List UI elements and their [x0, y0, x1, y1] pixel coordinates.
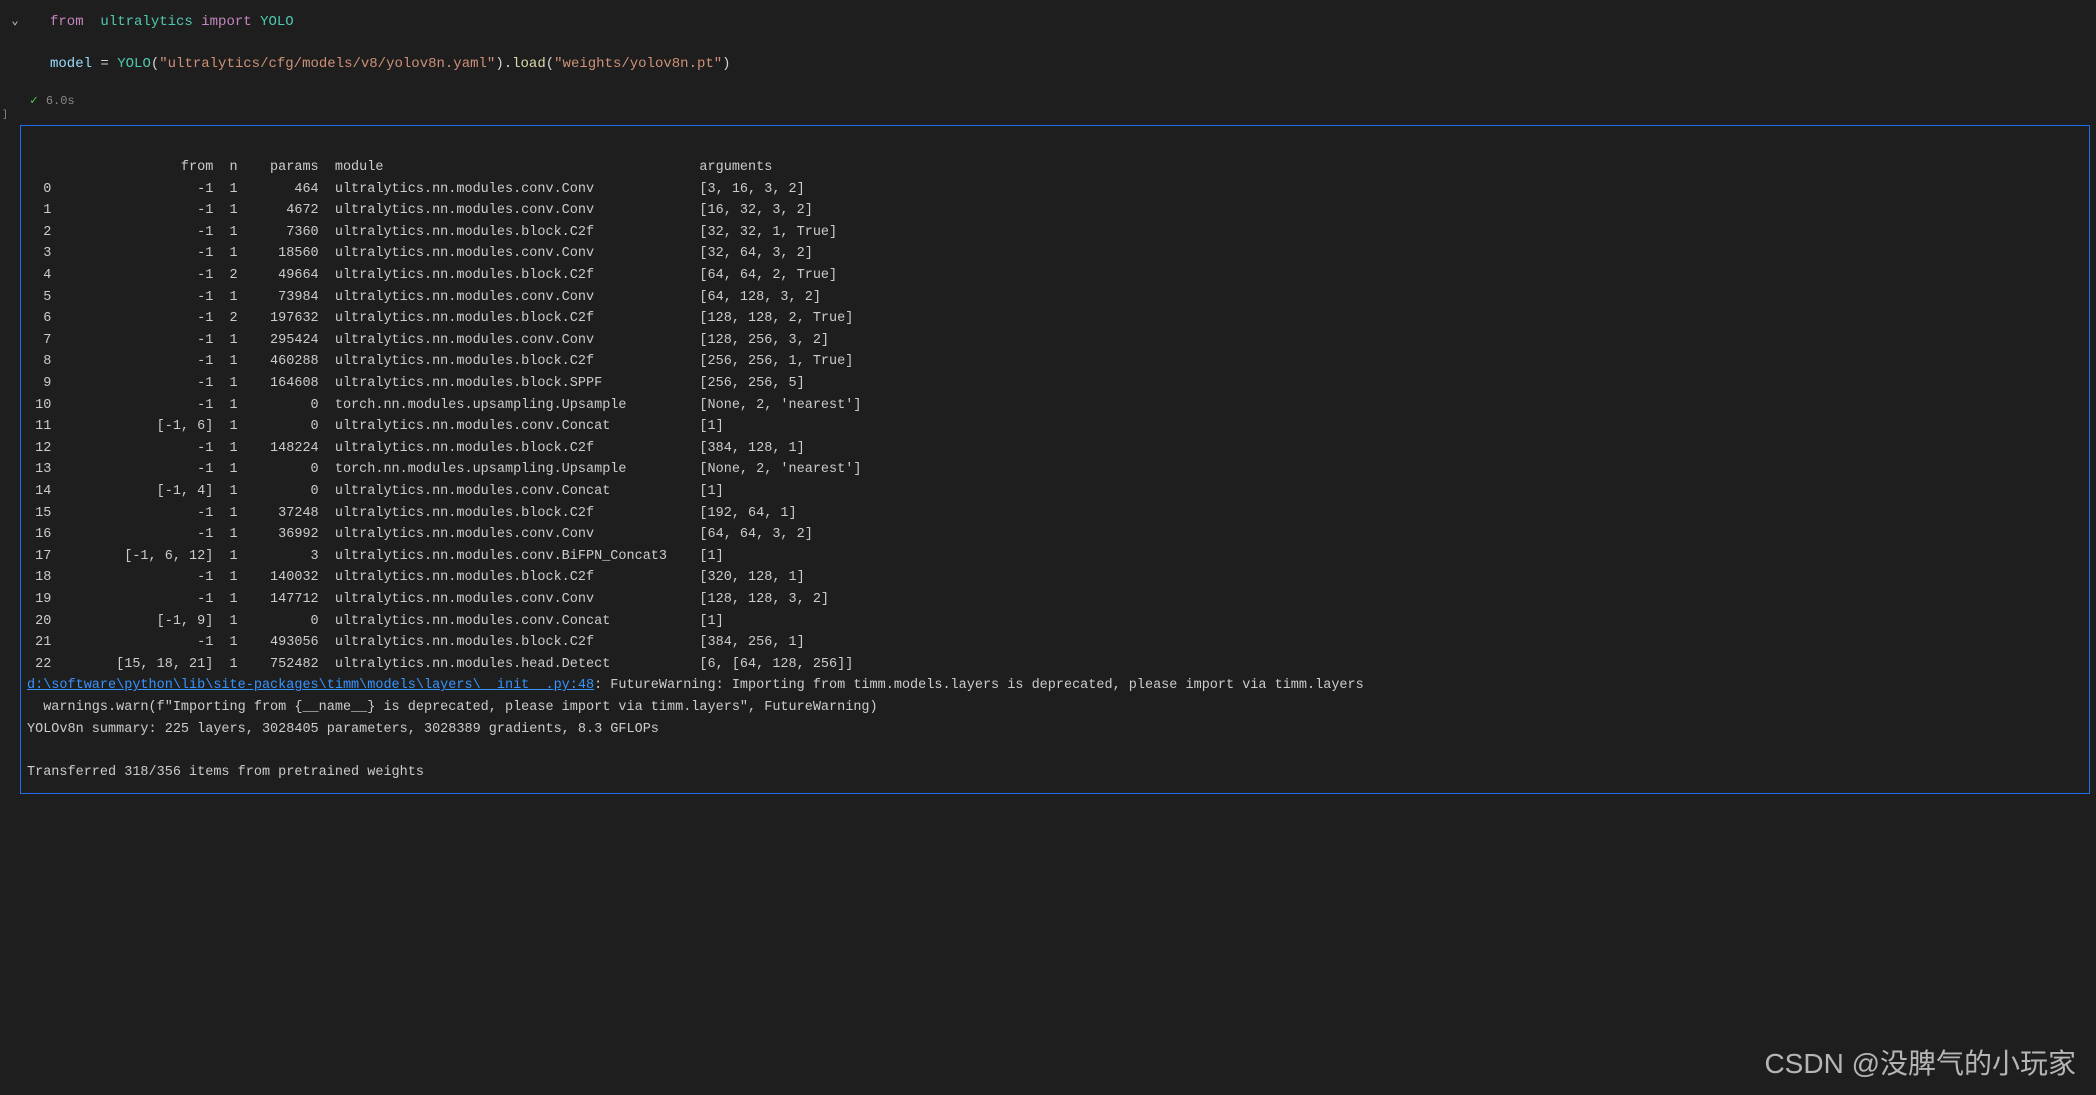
check-icon: ✓: [30, 91, 38, 111]
table-header: from n params module arguments: [27, 160, 772, 175]
warning-line-2: warnings.warn(f"Importing from {__name__…: [27, 700, 878, 715]
table-row: 0 -1 1 464 ultralytics.nn.modules.conv.C…: [27, 182, 805, 197]
table-row: 16 -1 1 36992 ultralytics.nn.modules.con…: [27, 527, 813, 542]
output-cell[interactable]: from n params module arguments 0 -1 1 46…: [20, 125, 2090, 795]
chevron-down-icon[interactable]: ⌄: [11, 12, 18, 30]
execution-time: 6.0s: [46, 92, 75, 110]
table-row: 7 -1 1 295424 ultralytics.nn.modules.con…: [27, 333, 829, 348]
method-load: load: [512, 56, 546, 72]
code-line-1: from ultralytics import YOLO: [50, 12, 2076, 33]
module-name: ultralytics: [100, 14, 192, 30]
execution-status: ✓ 6.0s: [0, 87, 2096, 115]
code-cell[interactable]: ⌄ from ultralytics import YOLO model = Y…: [0, 0, 2096, 87]
code-blank-line: [50, 33, 2076, 54]
class-call: YOLO: [117, 56, 151, 72]
keyword-from: from: [50, 14, 84, 30]
table-row: 22 [15, 18, 21] 1 752482 ultralytics.nn.…: [27, 657, 853, 672]
watermark: CSDN @没脾气的小玩家: [1764, 1043, 2076, 1085]
table-row: 14 [-1, 4] 1 0 ultralytics.nn.modules.co…: [27, 484, 724, 499]
table-row: 15 -1 1 37248 ultralytics.nn.modules.blo…: [27, 506, 797, 521]
code-line-2: model = YOLO("ultralytics/cfg/models/v8/…: [50, 54, 2076, 75]
keyword-import: import: [201, 14, 251, 30]
warning-message: : FutureWarning: Importing from timm.mod…: [594, 678, 1364, 693]
table-row: 2 -1 1 7360 ultralytics.nn.modules.block…: [27, 225, 837, 240]
code-content[interactable]: from ultralytics import YOLO model = YOL…: [30, 4, 2096, 83]
table-row: 9 -1 1 164608 ultralytics.nn.modules.blo…: [27, 376, 805, 391]
table-row: 3 -1 1 18560 ultralytics.nn.modules.conv…: [27, 246, 813, 261]
table-row: 17 [-1, 6, 12] 1 3 ultralytics.nn.module…: [27, 549, 724, 564]
table-row: 13 -1 1 0 torch.nn.modules.upsampling.Up…: [27, 462, 861, 477]
table-row: 8 -1 1 460288 ultralytics.nn.modules.blo…: [27, 354, 853, 369]
table-row: 18 -1 1 140032 ultralytics.nn.modules.bl…: [27, 570, 805, 585]
cell-gutter: ⌄: [0, 4, 30, 83]
table-row: 1 -1 1 4672 ultralytics.nn.modules.conv.…: [27, 203, 813, 218]
class-yolo: YOLO: [260, 14, 294, 30]
warning-file-link[interactable]: d:\software\python\lib\site-packages\tim…: [27, 678, 594, 693]
table-row: 12 -1 1 148224 ultralytics.nn.modules.bl…: [27, 441, 805, 456]
table-row: 5 -1 1 73984 ultralytics.nn.modules.conv…: [27, 290, 821, 305]
output-text: from n params module arguments 0 -1 1 46…: [27, 136, 2083, 784]
transfer-message: Transferred 318/356 items from pretraine…: [27, 765, 424, 780]
cell-bracket-marker: ]: [2, 108, 8, 123]
table-row: 4 -1 2 49664 ultralytics.nn.modules.bloc…: [27, 268, 837, 283]
table-row: 20 [-1, 9] 1 0 ultralytics.nn.modules.co…: [27, 614, 724, 629]
table-row: 19 -1 1 147712 ultralytics.nn.modules.co…: [27, 592, 829, 607]
var-model: model: [50, 56, 92, 72]
table-row: 21 -1 1 493056 ultralytics.nn.modules.bl…: [27, 635, 805, 650]
string-arg2: "weights/yolov8n.pt": [554, 56, 722, 72]
table-row: 10 -1 1 0 torch.nn.modules.upsampling.Up…: [27, 398, 861, 413]
table-row: 11 [-1, 6] 1 0 ultralytics.nn.modules.co…: [27, 419, 724, 434]
model-summary: YOLOv8n summary: 225 layers, 3028405 par…: [27, 722, 659, 737]
string-arg1: "ultralytics/cfg/models/v8/yolov8n.yaml": [159, 56, 495, 72]
table-row: 6 -1 2 197632 ultralytics.nn.modules.blo…: [27, 311, 853, 326]
